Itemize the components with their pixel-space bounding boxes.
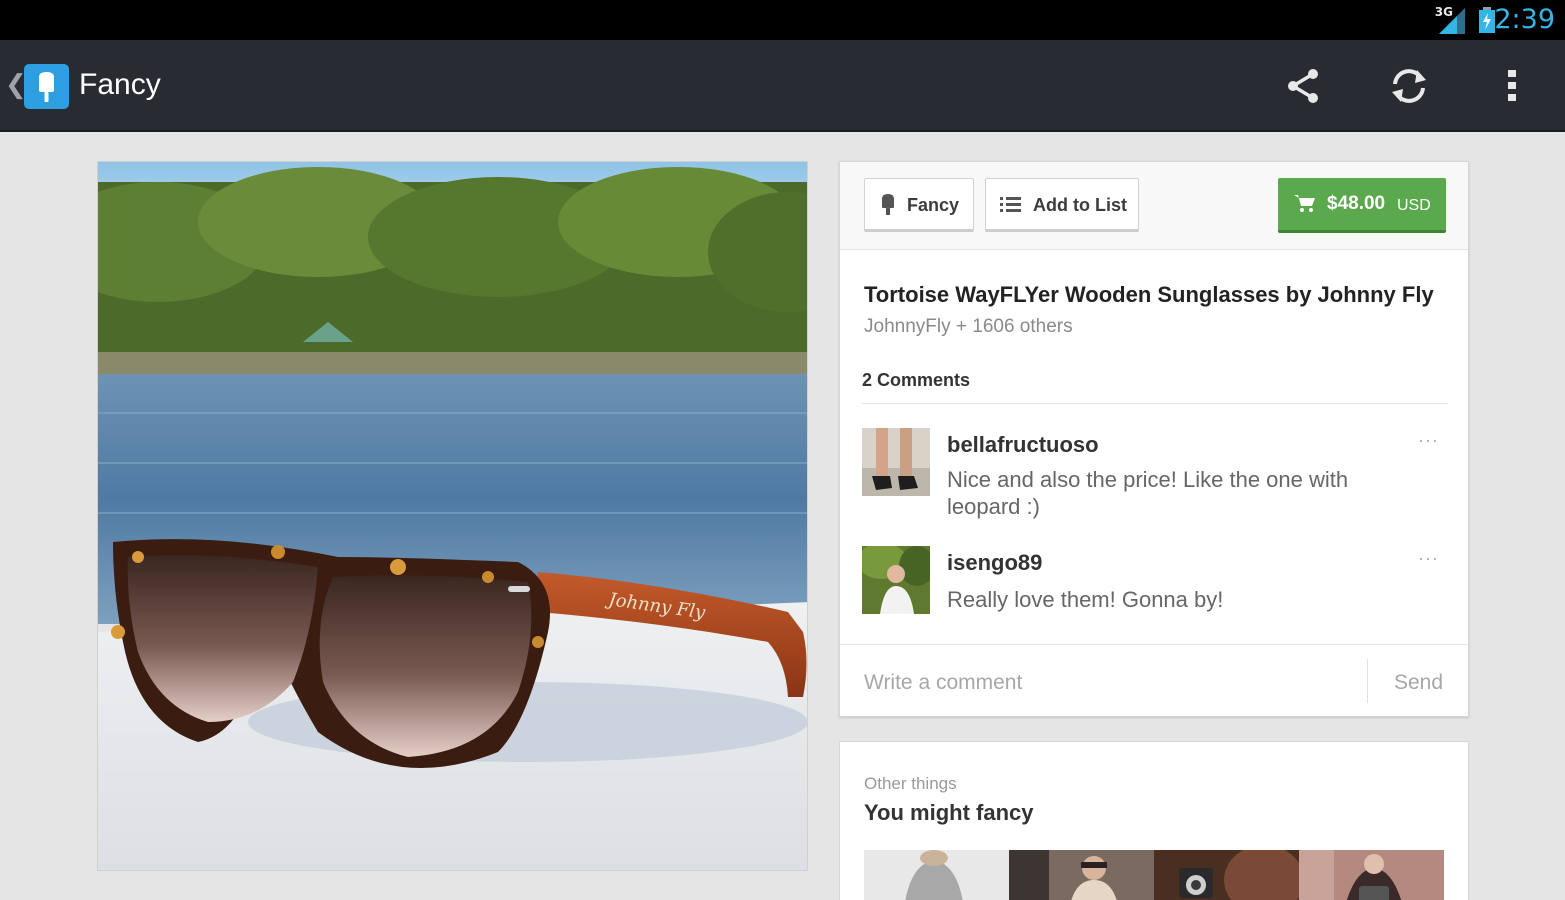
buy-price-button[interactable]: $48.00 USD (1278, 178, 1446, 233)
add-to-list-label: Add to List (1033, 195, 1127, 215)
related-thumbnail[interactable] (1009, 850, 1154, 900)
related-caption: Other things (864, 774, 957, 793)
product-detail-card: Fancy Add to List $48.00 USD Tortoise Wa… (839, 161, 1469, 717)
list-icon (1000, 197, 1021, 212)
signal-bars-icon (1439, 8, 1465, 34)
add-to-list-button[interactable]: Add to List (985, 178, 1139, 232)
avatar[interactable] (862, 428, 930, 496)
app-title: Fancy (79, 68, 161, 101)
divider (1367, 659, 1368, 703)
avatar[interactable] (862, 546, 930, 614)
related-thumbnail[interactable] (1154, 850, 1299, 900)
product-image[interactable]: Johnny Fly (97, 161, 808, 871)
refresh-icon[interactable] (1387, 64, 1431, 108)
related-thumbnail[interactable] (864, 850, 1009, 900)
clock: 2:39 (1494, 4, 1555, 35)
overflow-menu-icon[interactable] (1491, 64, 1535, 108)
comment-input[interactable]: Write a comment (864, 671, 1022, 695)
related-items-card: Other things You might fancy (839, 741, 1469, 900)
comment-text: Nice and also the price! Like the one wi… (947, 467, 1349, 519)
fancy-button[interactable]: Fancy (864, 178, 974, 232)
cart-icon (1294, 195, 1315, 212)
comment-username[interactable]: isengo89 (947, 550, 1042, 576)
price-amount: $48.00 (1327, 193, 1386, 214)
action-bar: ❮ Fancy (0, 40, 1565, 132)
price-currency: USD (1397, 197, 1431, 214)
related-thumbnail[interactable] (1299, 850, 1444, 900)
product-title[interactable]: Tortoise WayFLYer Wooden Sunglasses by J… (864, 282, 1434, 308)
comment-text: Really love them! Gonna by! (947, 587, 1224, 612)
status-bar: 3G 2:39 (0, 0, 1565, 40)
product-fancied-by[interactable]: JohnnyFly + 1606 others (864, 316, 1073, 338)
divider (862, 403, 1448, 404)
fancy-popsicle-icon[interactable] (24, 64, 69, 109)
fancy-button-label: Fancy (907, 195, 960, 215)
comment-more-icon[interactable]: ··· (1418, 430, 1439, 451)
comment-more-icon[interactable]: ··· (1418, 548, 1439, 569)
popsicle-icon (882, 194, 894, 215)
related-thumbnails (864, 850, 1444, 900)
comments-count: 2 Comments (862, 370, 971, 390)
related-heading: You might fancy (864, 800, 1034, 825)
comment-compose-bar: Write a comment Send (840, 644, 1468, 716)
send-button[interactable]: Send (1394, 671, 1443, 695)
battery-charging-icon (1479, 7, 1495, 33)
product-action-bar: Fancy Add to List $48.00 USD (840, 162, 1468, 250)
comment-username[interactable]: bellafructuoso (947, 432, 1099, 458)
share-icon[interactable] (1282, 64, 1326, 108)
